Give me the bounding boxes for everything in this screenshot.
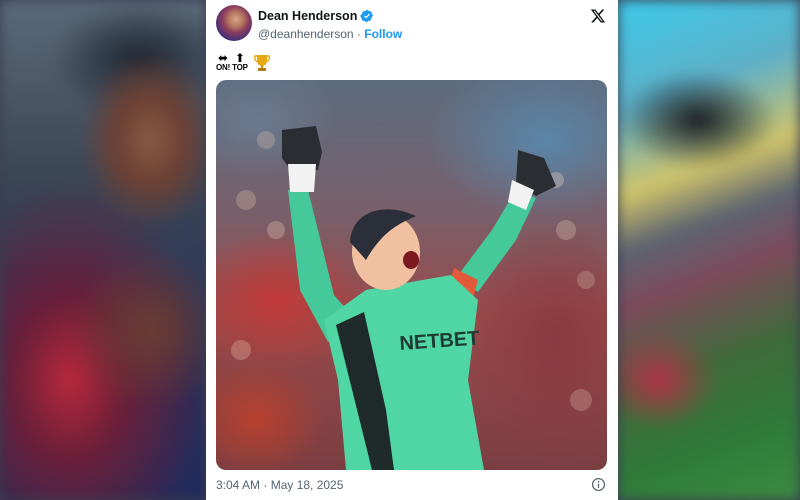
trophy-icon [253, 55, 270, 71]
display-name[interactable]: Dean Henderson [258, 9, 357, 23]
name-row: Dean Henderson [258, 9, 374, 23]
goalkeeper-celebration-illustration: NETBET [231, 126, 595, 470]
handle[interactable]: @deanhenderson [258, 27, 354, 41]
blurred-background-right [618, 0, 800, 500]
separator: · [353, 27, 365, 41]
blurred-background-left [0, 0, 206, 500]
top-arrow-emoji: ⬆ TOP [232, 52, 248, 72]
on-arrow-emoji: ⬌ ON! [216, 52, 231, 72]
tweet-text: ⬌ ON! ⬆ TOP [216, 52, 270, 72]
tweet-photo[interactable]: NETBET [216, 80, 607, 470]
avatar[interactable] [216, 5, 252, 41]
on-arrow-word: ON! [216, 63, 231, 72]
x-logo-icon[interactable] [590, 8, 606, 24]
timestamp[interactable]: 3:04 AM · May 18, 2025 [216, 478, 343, 492]
tweet-footer: 3:04 AM · May 18, 2025 [216, 477, 608, 492]
top-arrow-word: TOP [232, 63, 248, 72]
tweet-card: Dean Henderson @deanhenderson · Follow ⬌… [206, 0, 618, 500]
tweet-header: Dean Henderson @deanhenderson · Follow [216, 5, 608, 45]
verified-badge-icon [360, 10, 374, 22]
handle-row: @deanhenderson · Follow [258, 27, 402, 41]
follow-button[interactable]: Follow [364, 27, 402, 41]
info-icon[interactable] [591, 477, 606, 492]
